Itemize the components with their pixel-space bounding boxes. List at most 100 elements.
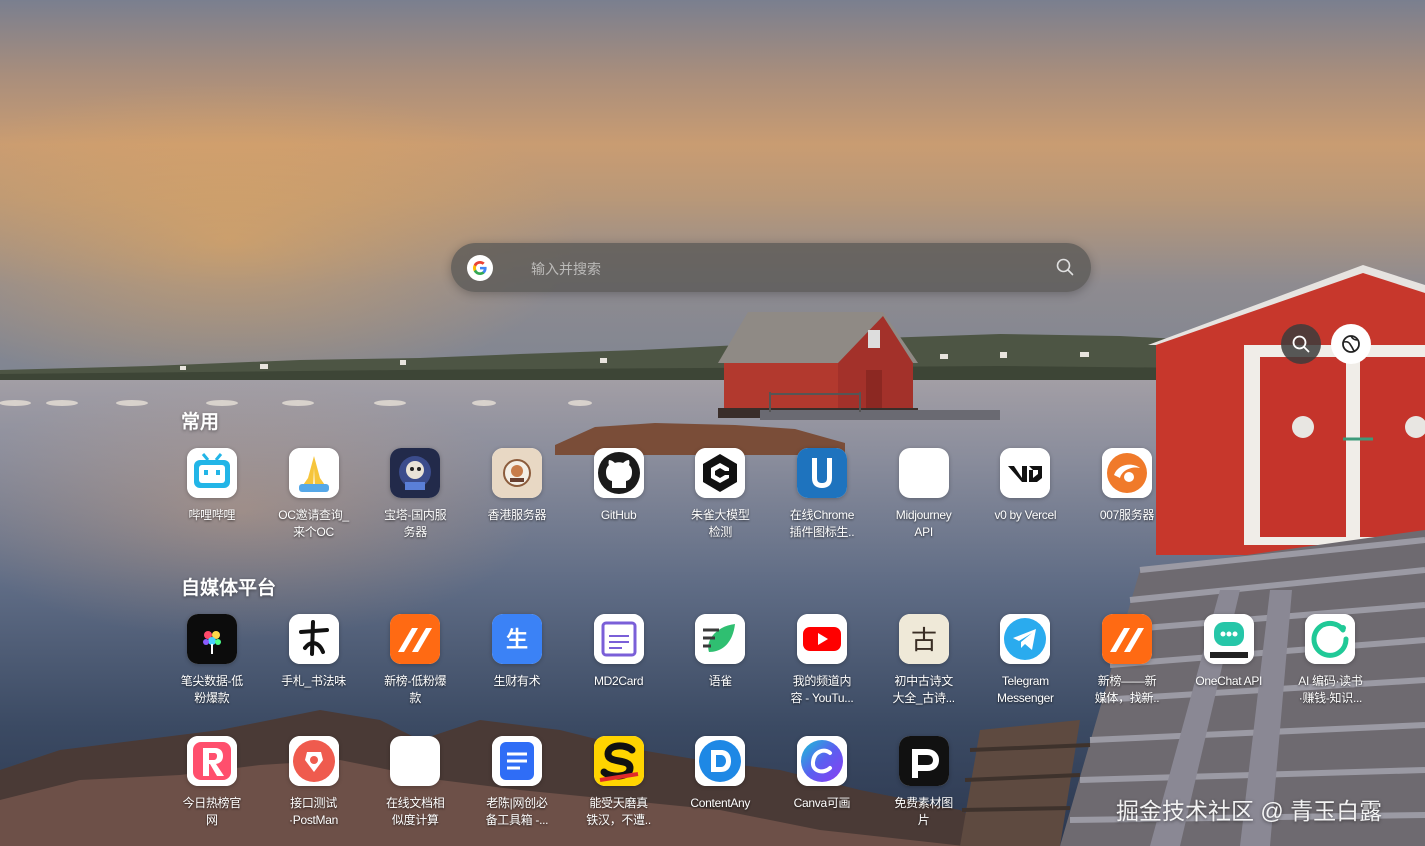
s-icon — [593, 736, 644, 786]
app-label: 我的频道内 容 - YouTu... — [790, 674, 854, 705]
app-label: 语雀 — [708, 674, 733, 688]
r-icon — [186, 736, 237, 786]
app-shortcut-oc-invite[interactable]: OC邀请查询_ 来个OC — [263, 448, 365, 541]
app-shortcut-xinbang[interactable]: 新榜——新 媒体，找新.. — [1076, 614, 1178, 707]
youtube-icon — [796, 614, 847, 664]
hk-server-icon — [491, 448, 542, 498]
app-label: MD2Card — [593, 674, 644, 688]
app-shortcut-doc-similarity[interactable]: 在线文档相 似度计算 — [364, 736, 466, 829]
app-shortcut-free-images[interactable]: 免费素材图 片 — [873, 736, 975, 829]
app-shortcut-canva[interactable]: Canva可画 — [771, 736, 873, 829]
shengcai-icon: 生 — [491, 614, 542, 664]
app-label: Telegram Messenger — [997, 674, 1054, 705]
app-label: 新榜——新 媒体，找新.. — [1094, 674, 1160, 705]
app-label: 哔哩哔哩 — [188, 508, 236, 522]
app-label: 在线文档相 似度计算 — [385, 796, 445, 827]
app-shortcut-telegram[interactable]: Telegram Messenger — [975, 614, 1077, 707]
doc-icon — [491, 736, 542, 786]
svg-text:生: 生 — [506, 628, 528, 653]
app-shortcut-contentany[interactable]: ContentAny — [669, 736, 771, 829]
zhuque-icon — [695, 448, 746, 498]
contentany-icon — [695, 736, 746, 786]
app-shortcut-gushi[interactable]: 古 初中古诗文 大全_古诗... — [873, 614, 975, 707]
app-shortcut-hk-server[interactable]: 香港服务器 — [466, 448, 568, 541]
google-icon[interactable] — [467, 255, 493, 281]
app-label: GitHub — [600, 508, 637, 522]
calligraphy-icon — [288, 614, 339, 664]
search-toggle-button[interactable] — [1281, 324, 1321, 364]
canva-icon — [796, 736, 847, 786]
app-shortcut-laochen-toolbox[interactable]: 老陈|网创必 备工具箱 -... — [466, 736, 568, 829]
app-shortcut-chrome-icon-gen[interactable]: 在线Chrome 插件图标生.. — [771, 448, 873, 541]
app-shortcut-onechat[interactable]: OneChat API — [1178, 614, 1280, 707]
app-shortcut-v0[interactable]: v0 by Vercel — [975, 448, 1077, 541]
u-icon — [796, 448, 847, 498]
app-label: ContentAny — [690, 796, 751, 810]
app-shortcut-tiehan[interactable]: 能受天磨真 铁汉，不遭.. — [568, 736, 670, 829]
postman-icon — [288, 736, 339, 786]
search-icon — [1292, 335, 1310, 353]
app-shortcut-rebang[interactable]: 今日热榜官 网 — [161, 736, 263, 829]
search-bar[interactable] — [451, 243, 1091, 292]
app-label: OC邀请查询_ 来个OC — [278, 508, 349, 539]
app-shortcut-bilibili[interactable]: 哔哩哔哩 — [161, 448, 263, 541]
app-label: Midjourney API — [895, 508, 952, 539]
md2card-icon — [593, 614, 644, 664]
globe-icon — [1342, 335, 1360, 353]
app-label: 免费素材图 片 — [894, 796, 953, 827]
app-shortcut-zhuque[interactable]: 朱雀大模型 检测 — [669, 448, 771, 541]
xinbang-icon — [390, 614, 441, 664]
baota-icon — [390, 448, 441, 498]
app-label: 生财有术 — [493, 674, 541, 688]
app-label: 在线Chrome 插件图标生.. — [789, 508, 855, 539]
blank-icon — [898, 448, 949, 498]
section-title-common: 常用 — [181, 412, 220, 433]
app-label: v0 by Vercel — [994, 508, 1057, 522]
app-shortcut-youtube[interactable]: 我的频道内 容 - YouTu... — [771, 614, 873, 707]
app-shortcut-ai-reading[interactable]: AI 编码·读书 ·赚钱-知识... — [1280, 614, 1382, 707]
telegram-icon — [1000, 614, 1051, 664]
app-shortcut-shouzha[interactable]: 手札_书法味 — [263, 614, 365, 707]
app-label: 笔尖数据-低 粉爆款 — [180, 674, 244, 705]
app-label: 手札_书法味 — [281, 674, 346, 688]
app-shortcut-xinbang-lowfans[interactable]: 新榜-低粉爆 款 — [364, 614, 466, 707]
app-shortcut-shengcai[interactable]: 生 生财有术 — [466, 614, 568, 707]
app-label: 接口测试 ·PostMan — [289, 796, 338, 827]
onechat-icon — [1203, 614, 1254, 664]
search-icon[interactable] — [1055, 257, 1075, 277]
app-grid-media: 笔尖数据-低 粉爆款 手札_书法味 新榜-低粉爆 款 生 生财有术 MD2Car… — [161, 614, 1381, 707]
app-label: Canva可画 — [793, 796, 851, 810]
yuque-icon — [695, 614, 746, 664]
app-label: 初中古诗文 大全_古诗... — [892, 674, 956, 705]
app-shortcut-baota[interactable]: 宝塔-国内服 务器 — [364, 448, 466, 541]
app-label: 宝塔-国内服 务器 — [384, 508, 447, 539]
praying-hands-icon — [288, 448, 339, 498]
server-007-icon — [1102, 448, 1153, 498]
search-input[interactable] — [529, 255, 1033, 283]
app-label: 老陈|网创必 备工具箱 -... — [485, 796, 549, 827]
github-icon — [593, 448, 644, 498]
app-shortcut-github[interactable]: GitHub — [568, 448, 670, 541]
xinbang-icon — [1102, 614, 1153, 664]
p-icon — [898, 736, 949, 786]
app-label: 能受天磨真 铁汉，不遭.. — [586, 796, 651, 827]
app-grid-common: 哔哩哔哩 OC邀请查询_ 来个OC 宝塔-国内服 务器 香港服务器 GitHub… — [161, 448, 1178, 541]
app-shortcut-yuque[interactable]: 语雀 — [669, 614, 771, 707]
blank-icon — [390, 736, 441, 786]
app-shortcut-midjourney-api[interactable]: Midjourney API — [873, 448, 975, 541]
v0-icon — [1000, 448, 1051, 498]
app-label: 今日热榜官 网 — [182, 796, 242, 827]
bilibili-icon — [186, 448, 237, 498]
wallpaper-button[interactable] — [1331, 324, 1371, 364]
app-grid-tools: 今日热榜官 网 接口测试 ·PostMan 在线文档相 似度计算 老陈|网创必 … — [161, 736, 975, 829]
watermark: 掘金技术社区 @ 青玉白露 — [1116, 798, 1383, 824]
bijian-icon — [186, 614, 237, 664]
app-label: OneChat API — [1195, 674, 1263, 688]
app-shortcut-postman[interactable]: 接口测试 ·PostMan — [263, 736, 365, 829]
app-label: AI 编码·读书 ·赚钱-知识... — [1298, 674, 1363, 705]
app-label: 朱雀大模型 检测 — [691, 508, 750, 539]
svg-text:古: 古 — [911, 626, 937, 656]
app-shortcut-bijian[interactable]: 笔尖数据-低 粉爆款 — [161, 614, 263, 707]
app-shortcut-007-server[interactable]: 007服务器 — [1076, 448, 1178, 541]
app-shortcut-md2card[interactable]: MD2Card — [568, 614, 670, 707]
